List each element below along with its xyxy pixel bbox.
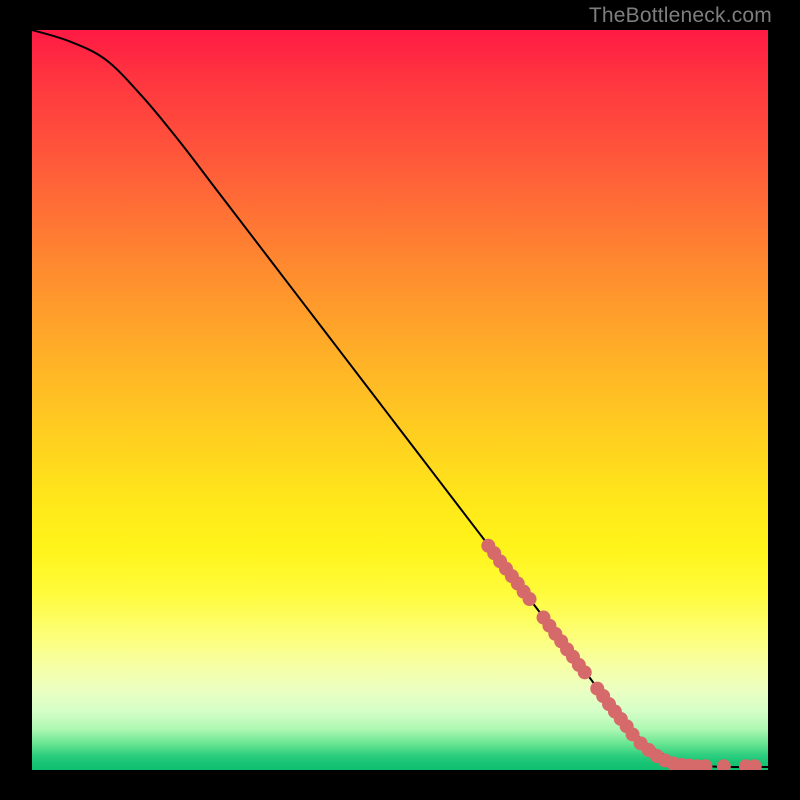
plot-area	[32, 30, 768, 770]
watermark-label: TheBottleneck.com	[589, 4, 772, 28]
scatter-point	[717, 759, 731, 770]
scatter-point	[578, 665, 592, 679]
chart-frame: TheBottleneck.com	[0, 0, 800, 800]
bottleneck-curve	[32, 30, 768, 767]
scatter-point	[523, 592, 537, 606]
scatter-markers	[481, 539, 761, 770]
chart-overlay	[32, 30, 768, 770]
